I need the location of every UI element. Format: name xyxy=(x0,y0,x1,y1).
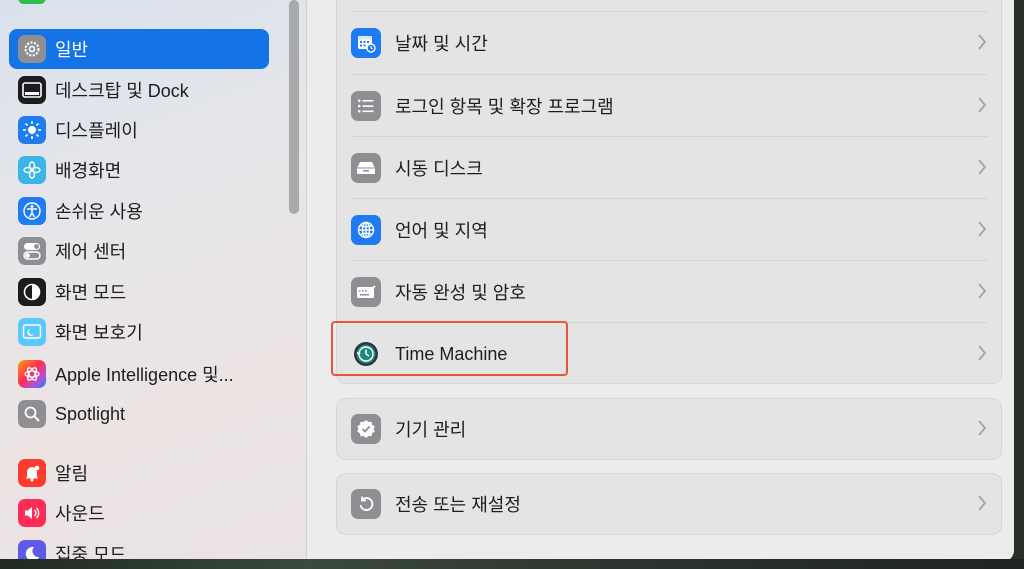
sidebar-item-accessibility[interactable]: 손쉬운 사용 xyxy=(9,191,269,231)
sidebar-item-label: 화면 보호기 xyxy=(55,323,143,343)
sidebar-item-control-center[interactable]: 제어 센터 xyxy=(9,231,269,271)
sidebar-item-label: 제어 센터 xyxy=(55,242,127,262)
row-label: 자동 완성 및 암호 xyxy=(395,283,526,303)
sidebar-item-screensaver[interactable]: 화면 보호기 xyxy=(9,312,269,352)
row-label: 로그인 항목 및 확장 프로그램 xyxy=(395,97,614,117)
main-content: 날짜 및 시간 로그인 항목 및 확장 프로그램 시동 디스크 언어 및 지역 … xyxy=(307,0,1014,562)
speaker-icon xyxy=(18,499,46,527)
row-date-time[interactable]: 날짜 및 시간 xyxy=(337,12,1001,74)
dock-icon xyxy=(18,76,46,104)
chevron-right-icon xyxy=(978,420,987,436)
chevron-right-icon xyxy=(978,34,987,50)
search-icon xyxy=(18,400,46,428)
chevron-right-icon xyxy=(978,495,987,511)
row-label: 언어 및 지역 xyxy=(395,221,488,241)
row-login-items[interactable]: 로그인 항목 및 확장 프로그램 xyxy=(337,75,1001,137)
settings-group: 기기 관리 xyxy=(336,398,1002,460)
row-transfer-reset[interactable]: 전송 또는 재설정 xyxy=(337,473,1001,535)
keyboard-icon xyxy=(351,277,381,307)
sun-icon xyxy=(18,116,46,144)
highlight-box xyxy=(331,321,568,376)
row-label: 날짜 및 시간 xyxy=(395,34,488,54)
sidebar-item-label: 사운드 xyxy=(55,504,105,524)
flower-icon xyxy=(18,156,46,184)
bell-icon xyxy=(18,459,46,487)
sidebar-scrollbar[interactable] xyxy=(289,0,299,214)
sidebar-item-label: 화면 모드 xyxy=(55,283,127,303)
settings-window: 일반 데스크탑 및 Dock 디스플레이 배경화면 손쉬운 사용 제어 센터 화… xyxy=(0,0,1014,562)
gear-icon xyxy=(18,35,46,63)
sidebar-item-sound[interactable]: 사운드 xyxy=(9,493,269,533)
chevron-right-icon xyxy=(978,97,987,113)
calendar-clock-icon xyxy=(351,28,381,58)
sidebar-item-focus[interactable]: 집중 모드 xyxy=(9,534,269,562)
list-icon xyxy=(351,91,381,121)
sidebar-item-label: 일반 xyxy=(55,40,89,60)
disk-icon xyxy=(351,153,381,183)
row-language-region[interactable]: 언어 및 지역 xyxy=(337,199,1001,261)
sidebar-item-apple-intelligence[interactable]: Apple Intelligence 및... xyxy=(9,354,269,394)
row-label: 전송 또는 재설정 xyxy=(395,495,521,515)
sidebar-item-display[interactable]: 디스플레이 xyxy=(9,110,269,150)
row-label: 시동 디스크 xyxy=(395,159,483,179)
settings-group: 전송 또는 재설정 xyxy=(336,473,1002,535)
chevron-right-icon xyxy=(978,159,987,175)
accessibility-icon xyxy=(18,197,46,225)
sidebar-item-desktop-dock[interactable]: 데스크탑 및 Dock xyxy=(9,70,269,110)
chevron-right-icon xyxy=(978,221,987,237)
row-label: 기기 관리 xyxy=(395,420,467,440)
badge-check-icon xyxy=(351,414,381,444)
chevron-right-icon xyxy=(978,345,987,361)
globe-icon xyxy=(351,215,381,245)
screensaver-icon xyxy=(18,318,46,346)
sidebar-item-appearance[interactable]: 화면 모드 xyxy=(9,272,269,312)
reset-icon xyxy=(351,489,381,519)
partial-sidebar-icon xyxy=(18,0,46,4)
sidebar-item-label: Apple Intelligence 및... xyxy=(55,365,234,385)
chevron-right-icon xyxy=(978,283,987,299)
sidebar-item-spotlight[interactable]: Spotlight xyxy=(9,394,269,434)
appearance-icon xyxy=(18,278,46,306)
apple-intelligence-icon xyxy=(18,360,46,388)
row-autofill-passwords[interactable]: 자동 완성 및 암호 xyxy=(337,261,1001,323)
sidebar-item-label: Spotlight xyxy=(55,403,126,424)
desktop-background xyxy=(0,559,1024,569)
sidebar-item-label: 디스플레이 xyxy=(55,121,138,141)
toggle-icon xyxy=(18,237,46,265)
row-startup-disk[interactable]: 시동 디스크 xyxy=(337,137,1001,199)
sidebar-item-general[interactable]: 일반 xyxy=(9,29,269,69)
sidebar: 일반 데스크탑 및 Dock 디스플레이 배경화면 손쉬운 사용 제어 센터 화… xyxy=(0,0,307,562)
sidebar-item-notifications[interactable]: 알림 xyxy=(9,453,269,493)
sidebar-item-label: 손쉬운 사용 xyxy=(55,202,143,222)
sidebar-item-wallpaper[interactable]: 배경화면 xyxy=(9,150,269,190)
sidebar-item-label: 알림 xyxy=(55,464,89,484)
row-device-management[interactable]: 기기 관리 xyxy=(337,398,1001,460)
sidebar-item-label: 배경화면 xyxy=(55,161,122,181)
sidebar-item-label: 데스크탑 및 Dock xyxy=(55,81,189,101)
